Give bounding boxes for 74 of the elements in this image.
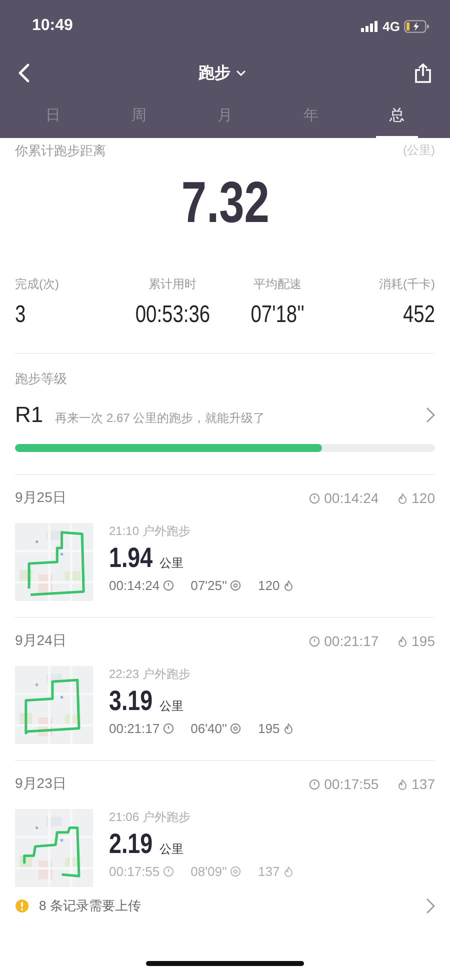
day-calories: 120: [412, 490, 435, 506]
clock-icon: [309, 492, 320, 504]
record-duration: 00:14:24: [109, 578, 160, 593]
record-pace: 08'09'': [190, 864, 227, 879]
level-row[interactable]: R1 再来一次 2.67 公里的跑步，就能升级了: [15, 402, 435, 428]
stat-label: 平均配速: [254, 276, 302, 293]
record-calories: 137: [258, 864, 280, 879]
stat-value: 3: [15, 301, 26, 329]
sport-selector[interactable]: 跑步: [196, 60, 248, 86]
period-tab[interactable]: 总: [376, 94, 418, 138]
clock-icon: [162, 580, 174, 591]
signal-icon: [360, 20, 379, 32]
clock-icon: [309, 636, 320, 646]
flame-icon: [282, 580, 294, 591]
day-date: 9月23日: [15, 775, 66, 793]
grade-label: R1: [15, 402, 44, 428]
distance-unit: 公里: [160, 555, 184, 572]
network-label: 4G: [382, 18, 400, 34]
record-distance: 2.19: [109, 828, 153, 860]
share-icon: [414, 63, 432, 83]
distance-unit: 公里: [160, 698, 184, 715]
unit-label: (公里): [403, 142, 435, 159]
pace-icon: [230, 580, 241, 591]
upload-text: 8 条记录需要上传: [39, 897, 142, 915]
record-distance: 3.19: [109, 685, 153, 717]
day-duration: 00:14:24: [324, 490, 379, 506]
stat-value: 452: [402, 301, 435, 329]
record-distance: 1.94: [109, 542, 153, 574]
level-hint: 再来一次 2.67 公里的跑步，就能升级了: [55, 410, 266, 426]
stat-label: 累计用时: [148, 276, 196, 293]
pace-icon: [230, 723, 241, 734]
stat-value: 07'18'': [250, 301, 304, 329]
run-record[interactable]: 22:23 户外跑步 3.19 公里 00:21:17 06'40'' 195: [15, 666, 435, 744]
run-record[interactable]: 21:06 户外跑步 2.19 公里 00:17:55 08'09'' 137: [15, 809, 435, 887]
flame-icon: [396, 778, 408, 790]
day-calories: 195: [412, 633, 435, 649]
warning-icon: [15, 899, 29, 913]
flame-icon: [282, 723, 294, 734]
upload-notice[interactable]: 8 条记录需要上传: [15, 897, 435, 915]
chevron-right-icon: [426, 407, 435, 423]
day-duration: 00:21:17: [324, 633, 379, 649]
flame-icon: [282, 866, 294, 877]
distance-unit: 公里: [160, 841, 184, 858]
record-time-type: 21:06 户外跑步: [109, 809, 192, 826]
record-duration: 00:21:17: [109, 721, 160, 736]
record-pace: 07'25'': [190, 578, 227, 593]
summary-label: 你累计跑步距离: [15, 142, 106, 160]
flame-icon: [396, 492, 408, 504]
chevron-right-icon: [426, 898, 435, 914]
chevron-down-icon: [236, 70, 246, 76]
stat-label: 完成(次): [15, 276, 59, 293]
clock-icon: [309, 778, 320, 790]
day-date: 9月24日: [15, 632, 66, 650]
record-pace: 06'40'': [190, 721, 227, 736]
total-distance: 7.32: [180, 172, 270, 234]
day-duration: 00:17:55: [324, 776, 379, 792]
stat-label: 消耗(千卡): [379, 276, 435, 293]
flame-icon: [396, 636, 408, 646]
run-record[interactable]: 21:10 户外跑步 1.94 公里 00:14:24 07'25'' 120: [15, 523, 435, 601]
stat-value: 00:53:36: [135, 301, 210, 329]
record-duration: 00:17:55: [109, 864, 160, 879]
clock-icon: [162, 866, 174, 877]
day-calories: 137: [412, 776, 435, 792]
clock-icon: [162, 723, 174, 734]
status-time: 10:49: [32, 17, 73, 35]
record-time-type: 22:23 户外跑步: [109, 666, 192, 683]
record-calories: 120: [258, 578, 280, 593]
record-time-type: 21:10 户外跑步: [109, 523, 192, 540]
pace-icon: [230, 866, 241, 877]
day-date: 9月25日: [15, 489, 66, 507]
battery-icon: [404, 20, 430, 32]
level-title: 跑步等级: [15, 370, 68, 388]
back-icon: [18, 63, 30, 83]
record-calories: 195: [258, 721, 280, 736]
